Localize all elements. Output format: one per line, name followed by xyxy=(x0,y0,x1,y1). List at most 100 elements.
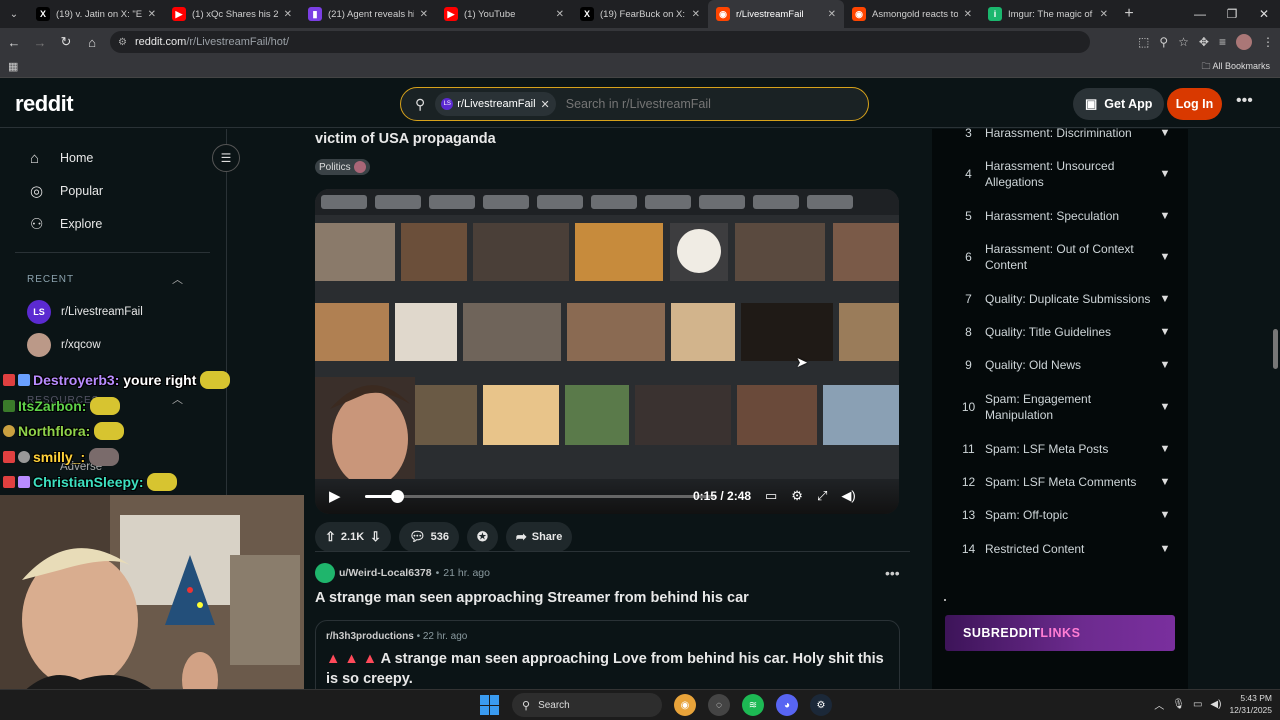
reddit-logo[interactable]: reddit xyxy=(15,91,74,117)
close-tab-icon[interactable]: ✕ xyxy=(284,9,292,20)
media-icon[interactable]: ≡ xyxy=(1219,35,1226,49)
chevron-down-icon[interactable]: ▼ xyxy=(1158,359,1172,371)
rule-item[interactable]: 8 Quality: Title Guidelines ▼ xyxy=(952,324,1172,340)
volume-icon[interactable]: ◀) xyxy=(1210,699,1221,710)
browser-tab[interactable]: ▶ (1) xQc Shares his 2025 R ✕ xyxy=(164,0,300,28)
rule-item[interactable]: 7 Quality: Duplicate Submissions ▼ xyxy=(952,291,1172,307)
browser-tab[interactable]: ▮ (21) Agent reveals his bra ✕ xyxy=(300,0,436,28)
browser-tab[interactable]: i Imgur: The magic of the I ✕ xyxy=(980,0,1116,28)
extensions-icon[interactable]: ✥ xyxy=(1199,35,1209,49)
chevron-down-icon[interactable]: ▼ xyxy=(1158,127,1172,139)
browser-tab[interactable]: ◉ Asmongold reacts to Des ✕ xyxy=(844,0,980,28)
login-button[interactable]: Log In xyxy=(1167,88,1222,120)
new-tab-button[interactable]: + xyxy=(1116,5,1142,23)
address-bar[interactable]: ⚙ reddit.com/r/LivestreamFail/hot/ xyxy=(110,31,1090,53)
sidebar-item-home[interactable]: ⌂ Home xyxy=(30,143,93,173)
chevron-down-icon[interactable]: ▼ xyxy=(1158,168,1172,180)
captions-icon[interactable]: ▭ xyxy=(765,488,777,504)
chevron-down-icon[interactable]: ▼ xyxy=(1158,210,1172,222)
subreddit-links-banner[interactable]: SUBREDDIT LINKS xyxy=(945,615,1175,651)
install-app-icon[interactable]: ⬚ xyxy=(1138,35,1149,49)
recent-item-livestreamfail[interactable]: LS r/LivestreamFail xyxy=(27,299,143,325)
share-button[interactable]: ➦ Share xyxy=(505,522,573,552)
post-author[interactable]: u/Weird-Local6378 xyxy=(339,567,432,579)
tray-chevron-icon[interactable]: ︿ xyxy=(1154,697,1164,712)
rule-item[interactable]: 5 Harassment: Speculation ▼ xyxy=(952,208,1172,224)
rule-item[interactable]: 14 Restricted Content ▼ xyxy=(952,541,1172,557)
zoom-icon[interactable]: ⚲ xyxy=(1159,35,1168,49)
all-bookmarks-button[interactable]: 🗀 All Bookmarks xyxy=(1201,59,1270,75)
rule-item[interactable]: 11 Spam: LSF Meta Posts ▼ xyxy=(952,441,1172,457)
browser-tab[interactable]: ◉ r/LivestreamFail ✕ xyxy=(708,0,844,28)
scrub-knob[interactable] xyxy=(390,490,404,503)
rule-item[interactable]: 4 Harassment: Unsourced Allegations ▼ xyxy=(952,158,1172,190)
chevron-down-icon[interactable]: ▼ xyxy=(1158,251,1172,263)
back-icon[interactable]: ← xyxy=(2,35,26,50)
chevron-up-icon[interactable]: ︿ xyxy=(172,271,183,287)
page-scrollbar[interactable] xyxy=(1270,129,1280,689)
recent-header[interactable]: RECENT xyxy=(27,274,74,285)
crosspost-subreddit[interactable]: r/h3h3productions xyxy=(326,631,414,642)
more-options-icon[interactable]: ••• xyxy=(1236,92,1253,110)
discord-icon[interactable]: ◕ xyxy=(776,694,798,716)
chevron-down-icon[interactable]: ▼ xyxy=(1158,476,1172,488)
award-button[interactable]: ✪ xyxy=(466,522,498,552)
volume-icon[interactable]: ◀) xyxy=(841,488,855,504)
upvote-icon[interactable]: ⇧ xyxy=(325,529,336,545)
search-community-chip[interactable]: LS r/LivestreamFail ✕ xyxy=(435,92,556,116)
taskbar-search[interactable]: ⚲ Search xyxy=(512,693,662,717)
profile-avatar[interactable] xyxy=(1236,34,1252,50)
maximize-icon[interactable]: ❐ xyxy=(1216,0,1248,28)
reload-icon[interactable]: ↻ xyxy=(54,34,78,50)
chevron-down-icon[interactable]: ▼ xyxy=(1158,401,1172,413)
browser-tab[interactable]: X (19) v. Jatin on X: "End of ✕ xyxy=(28,0,164,28)
clock[interactable]: 5:43 PM 12/31/2025 xyxy=(1229,692,1272,716)
rule-item[interactable]: 9 Quality: Old News ▼ xyxy=(952,357,1172,373)
steam-icon[interactable]: ⚙ xyxy=(810,694,832,716)
vote-button[interactable]: ⇧ 2.1K ⇩ xyxy=(315,522,392,552)
chevron-down-icon[interactable]: ▼ xyxy=(1158,293,1172,305)
home-icon[interactable]: ⌂ xyxy=(80,35,104,50)
windows-start-icon[interactable] xyxy=(480,695,500,715)
collapse-sidebar-button[interactable]: ☰ xyxy=(212,144,240,172)
chevron-down-icon[interactable]: ▼ xyxy=(1158,326,1172,338)
remove-chip-icon[interactable]: ✕ xyxy=(541,98,550,111)
chevron-down-icon[interactable]: ▼ xyxy=(1158,543,1172,555)
rule-item[interactable]: 13 Spam: Off-topic ▼ xyxy=(952,507,1172,523)
sidebar-item-popular[interactable]: ◎ Popular xyxy=(30,176,103,206)
sidebar-item-explore[interactable]: ⚇ Explore xyxy=(30,209,102,239)
minimize-icon[interactable]: — xyxy=(1184,0,1216,28)
close-tab-icon[interactable]: ✕ xyxy=(828,9,836,20)
scrollbar-thumb[interactable] xyxy=(1273,329,1278,369)
post-title[interactable]: A strange man seen approaching Streamer … xyxy=(315,590,749,606)
close-window-icon[interactable]: ✕ xyxy=(1248,0,1280,28)
close-tab-icon[interactable]: ✕ xyxy=(420,9,428,20)
forward-icon[interactable]: → xyxy=(28,35,52,50)
post-flair[interactable]: Politics xyxy=(315,159,370,175)
close-tab-icon[interactable]: ✕ xyxy=(1100,9,1108,20)
close-tab-icon[interactable]: ✕ xyxy=(148,9,156,20)
close-tab-icon[interactable]: ✕ xyxy=(692,9,700,20)
search-input[interactable] xyxy=(565,97,846,111)
settings-icon[interactable]: ⚙ xyxy=(791,488,803,504)
play-icon[interactable]: ▶ xyxy=(329,487,341,505)
tab-search-icon[interactable]: ⌄ xyxy=(0,0,28,28)
post-title[interactable]: victim of USA propaganda xyxy=(315,116,875,150)
browser-tab[interactable]: ▶ (1) YouTube ✕ xyxy=(436,0,572,28)
chevron-down-icon[interactable]: ▼ xyxy=(1158,443,1172,455)
chevron-down-icon[interactable]: ▼ xyxy=(1158,509,1172,521)
rule-item[interactable]: 6 Harassment: Out of Context Content ▼ xyxy=(952,241,1172,273)
recent-item-xqcow[interactable]: r/xqcow xyxy=(27,332,101,358)
rule-item[interactable]: 3 Harassment: Discrimination ▼ xyxy=(952,125,1172,141)
get-app-button[interactable]: ▣ Get App xyxy=(1073,88,1165,120)
video-scrubber[interactable] xyxy=(365,490,715,503)
chrome-icon[interactable]: ◉ xyxy=(674,694,696,716)
site-info-icon[interactable]: ⚙ xyxy=(118,37,127,48)
rule-item[interactable]: 12 Spam: LSF Meta Comments ▼ xyxy=(952,474,1172,490)
display-icon[interactable]: ▭ xyxy=(1193,699,1202,710)
spotify-icon[interactable]: ≋ xyxy=(742,694,764,716)
bookmark-star-icon[interactable]: ☆ xyxy=(1178,35,1189,49)
microphone-icon[interactable]: 🎙︎ xyxy=(1172,699,1185,710)
rule-item[interactable]: 10 Spam: Engagement Manipulation ▼ xyxy=(952,391,1172,423)
browser-menu-icon[interactable]: ⋮ xyxy=(1262,35,1274,49)
